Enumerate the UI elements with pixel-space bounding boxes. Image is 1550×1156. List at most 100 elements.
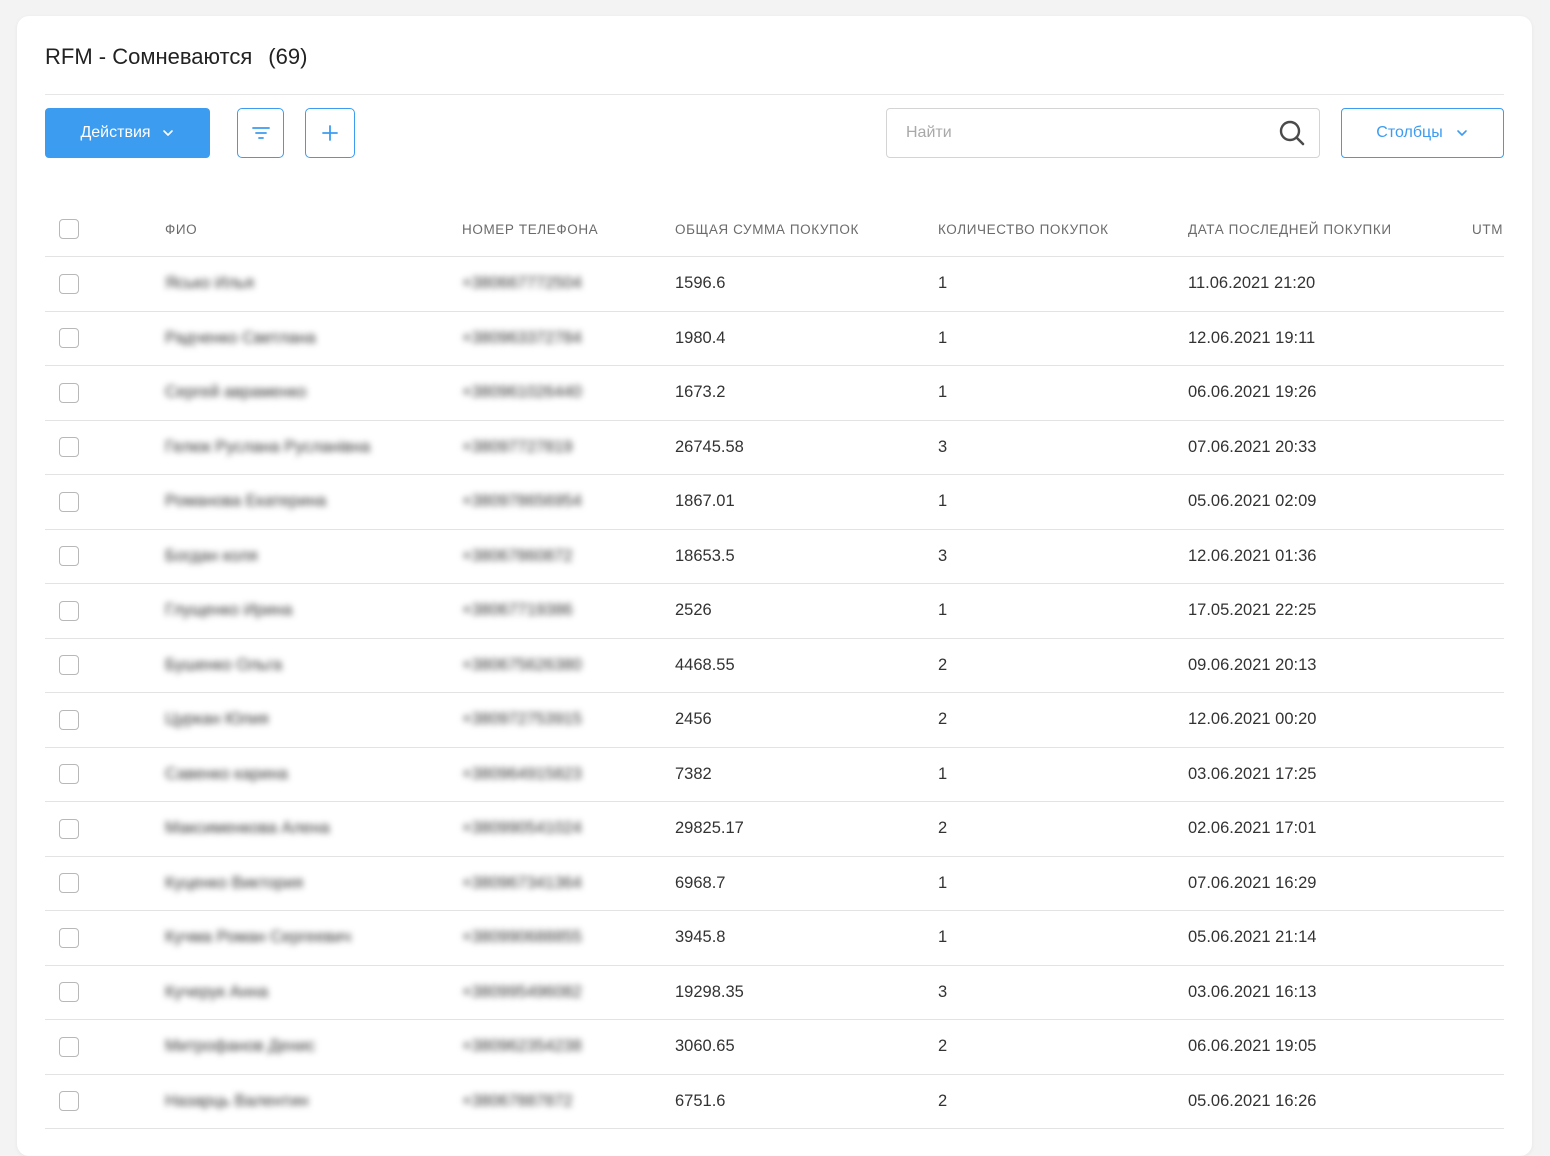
customer-phone: +380990688855 — [462, 928, 582, 947]
purchase-count: 2 — [938, 655, 948, 674]
columns-dropdown-button[interactable]: Столбцы — [1341, 108, 1504, 158]
last-purchase-date: 06.06.2021 19:05 — [1188, 1037, 1317, 1056]
purchase-total: 2456 — [675, 710, 712, 729]
purchase-count: 2 — [938, 1037, 948, 1056]
table-row[interactable]: Куценко Виктория +380967341364 6968.7 1 07.0… — [45, 857, 1504, 911]
table-row[interactable]: Гелюк Руслана Русланівна +38097727819 2674… — [45, 421, 1504, 475]
column-header-phone[interactable]: НОМЕР ТЕЛЕФОНА — [462, 202, 598, 256]
customer-name: Гелюк Руслана Русланівна — [165, 437, 371, 456]
customer-name: Романова Екатерина — [165, 492, 327, 511]
actions-dropdown-button[interactable]: Действия — [45, 108, 210, 158]
customer-name: Сергей авраменко — [165, 383, 307, 402]
last-purchase-date: 05.06.2021 16:26 — [1188, 1091, 1317, 1110]
customer-phone: +38097727819 — [462, 437, 573, 456]
purchase-total: 3060.65 — [675, 1037, 735, 1056]
purchase-count: 1 — [938, 928, 948, 947]
column-header-count[interactable]: КОЛИЧЕСТВО ПОКУПОК — [938, 202, 1109, 256]
table-row[interactable]: Сергей авраменко +380961026440 1673.2 1 06.0… — [45, 366, 1504, 421]
search-input[interactable] — [904, 117, 1277, 149]
filter-button[interactable] — [237, 108, 284, 158]
purchase-total: 26745.58 — [675, 437, 744, 456]
row-checkbox[interactable] — [59, 873, 79, 894]
table-row[interactable]: Ясько Илья +380667772504 1596.6 1 11.06.2021… — [45, 257, 1504, 312]
customer-name: Митрофанов Денис — [165, 1037, 316, 1056]
customer-name: Цуркан Юлия — [165, 710, 269, 729]
search-icon[interactable] — [1277, 118, 1307, 148]
customer-phone: +380964915823 — [462, 764, 582, 783]
add-button[interactable] — [305, 108, 355, 158]
row-checkbox[interactable] — [59, 764, 79, 785]
purchase-count: 1 — [938, 764, 948, 783]
row-checkbox[interactable] — [59, 328, 79, 349]
last-purchase-date: 12.06.2021 19:11 — [1188, 328, 1316, 347]
table-row[interactable]: Романова Екатерина +380978656954 1867.01 1 0… — [45, 475, 1504, 530]
column-header-date[interactable]: ДАТА ПОСЛЕДНЕЙ ПОКУПКИ — [1188, 202, 1392, 256]
purchase-count: 2 — [938, 710, 948, 729]
last-purchase-date: 05.06.2021 21:14 — [1188, 928, 1317, 947]
last-purchase-date: 09.06.2021 20:13 — [1188, 655, 1317, 674]
table-row[interactable]: Максименкова Алена +380990541024 29825.17 2… — [45, 802, 1504, 857]
table-row[interactable]: Савенко карина +380964915823 7382 1 03.06.20… — [45, 748, 1504, 802]
customer-phone: +380961026440 — [462, 383, 582, 402]
last-purchase-date: 07.06.2021 16:29 — [1188, 873, 1317, 892]
row-checkbox[interactable] — [59, 982, 79, 1003]
table-row[interactable]: Бушенко Ольга +380675626380 4468.55 2 09.06.… — [45, 639, 1504, 693]
purchase-count: 1 — [938, 328, 948, 347]
row-checkbox[interactable] — [59, 382, 79, 403]
customer-phone: +380978656954 — [462, 492, 582, 511]
row-checkbox[interactable] — [59, 818, 79, 839]
purchase-count: 3 — [938, 982, 948, 1001]
customer-name: Кучма Роман Сергеевич — [165, 928, 352, 947]
last-purchase-date: 03.06.2021 17:25 — [1188, 764, 1317, 783]
table-row[interactable]: Кучма Роман Сергеевич +380990688855 3945.8… — [45, 911, 1504, 966]
customer-phone: +380675626380 — [462, 655, 582, 674]
row-checkbox[interactable] — [59, 1091, 79, 1112]
row-checkbox[interactable] — [59, 600, 79, 621]
last-purchase-date: 12.06.2021 00:20 — [1188, 710, 1317, 729]
table-row[interactable]: Назарць Валентин +38067887872 6751.6 2 05.06… — [45, 1075, 1504, 1129]
record-count: (69) — [268, 44, 308, 69]
purchase-total: 1980.4 — [675, 328, 726, 347]
last-purchase-date: 03.06.2021 16:13 — [1188, 982, 1317, 1001]
column-header-name[interactable]: ФИО — [165, 202, 197, 256]
customer-phone: +380972753915 — [462, 710, 582, 729]
customer-phone: +38067719386 — [462, 601, 573, 620]
purchase-total: 4468.55 — [675, 655, 735, 674]
row-checkbox[interactable] — [59, 1036, 79, 1057]
purchase-count: 1 — [938, 873, 948, 892]
table-row[interactable]: Богдан коля +38067860872 18653.5 3 12.06.202… — [45, 530, 1504, 584]
table-row[interactable]: Митрофанов Денис +380962354238 3060.65 2 06.… — [45, 1020, 1504, 1075]
row-checkbox[interactable] — [59, 273, 79, 294]
customer-name: Бушенко Ольга — [165, 655, 283, 674]
purchase-total: 18653.5 — [675, 546, 735, 565]
table-body: Ясько Илья +380667772504 1596.6 1 11.06.2021… — [45, 257, 1504, 1129]
table-row[interactable]: Кучерук Анна +380995496082 19298.35 3 03.06.… — [45, 966, 1504, 1020]
customer-name: Ясько Илья — [165, 274, 254, 293]
row-checkbox[interactable] — [59, 927, 79, 948]
filter-icon — [250, 124, 272, 142]
customer-phone: +380967341364 — [462, 873, 582, 892]
customer-phone: +380962354238 — [462, 1037, 582, 1056]
row-checkbox[interactable] — [59, 709, 79, 730]
chevron-down-icon — [161, 126, 175, 140]
last-purchase-date: 05.06.2021 02:09 — [1188, 492, 1317, 511]
select-all-checkbox[interactable] — [59, 219, 79, 239]
table-row[interactable]: Глущенко Ирина +38067719386 2526 1 17.05.202… — [45, 584, 1504, 639]
row-checkbox[interactable] — [59, 546, 79, 567]
row-checkbox[interactable] — [59, 655, 79, 676]
customer-name: Глущенко Ирина — [165, 601, 293, 620]
row-checkbox[interactable] — [59, 491, 79, 512]
purchase-total: 1867.01 — [675, 492, 735, 511]
column-header-utm[interactable]: UTM — [1472, 202, 1503, 256]
search-box — [886, 108, 1320, 158]
customer-phone: +380963372784 — [462, 328, 582, 347]
purchase-total: 1673.2 — [675, 383, 726, 402]
column-header-total[interactable]: ОБЩАЯ СУММА ПОКУПОК — [675, 202, 859, 256]
purchase-total: 1596.6 — [675, 274, 726, 293]
customer-phone: +380995496082 — [462, 982, 582, 1001]
actions-label: Действия — [80, 124, 151, 141]
table-row[interactable]: Цуркан Юлия +380972753915 2456 2 12.06.2021 … — [45, 693, 1504, 748]
table-row[interactable]: Радченко Светлана +380963372784 1980.4 1 12.… — [45, 312, 1504, 366]
row-checkbox[interactable] — [59, 437, 79, 458]
purchase-count: 1 — [938, 383, 948, 402]
